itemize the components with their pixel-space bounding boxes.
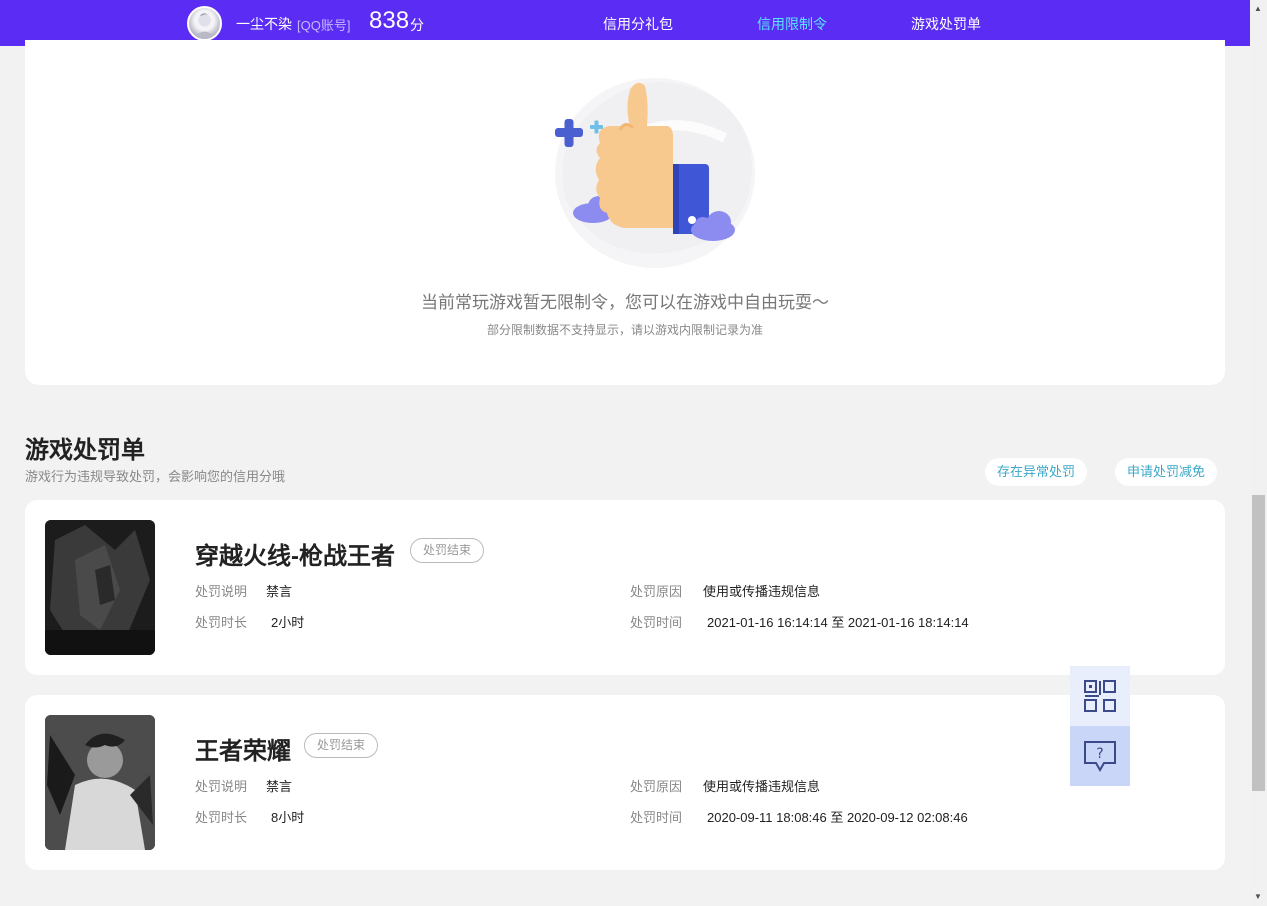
game-name: 穿越火线-枪战王者 [195,543,395,570]
status-badge: 处罚结束 [410,538,485,563]
credit-score: 838 [369,7,410,34]
duration-value: 8小时 [271,810,305,825]
tab-credit-gift[interactable]: 信用分礼包 [603,14,673,34]
reason-value: 使用或传播违规信息 [703,584,821,599]
section-subtitle: 游戏行为违规导致处罚，会影响您的信用分哦 [25,469,286,484]
account-type-tag: [QQ账号] [297,18,351,33]
time-value: 2020-09-11 18:08:46 至 2020-09-12 02:08:4… [707,810,968,825]
empty-restriction-title: 当前常玩游戏暂无限制令，您可以在游戏中自由玩耍～ [421,293,829,312]
game-cover-image [45,520,155,655]
abnormal-penalty-button[interactable]: 存在异常处罚 [985,458,1088,486]
username: 一尘不染 [236,16,292,32]
apply-penalty-reduction-button[interactable]: 申请处罚减免 [1115,458,1218,486]
credit-score-unit: 分 [410,17,424,33]
section-title: 游戏处罚单 [25,437,145,464]
description-label: 处罚说明 [195,584,248,599]
qr-code-icon [1084,680,1116,712]
restriction-card: 当前常玩游戏暂无限制令，您可以在游戏中自由玩耍～ 部分限制数据不支持显示，请以游… [25,40,1225,385]
description-value: 禁言 [266,779,293,794]
reason-label: 处罚原因 [630,779,683,794]
game-name: 王者荣耀 [195,738,291,765]
time-value: 2021-01-16 16:14:14 至 2021-01-16 18:14:1… [707,615,969,630]
scroll-down-icon[interactable]: ▼ [1254,892,1262,901]
tab-game-penalty[interactable]: 游戏处罚单 [911,14,981,34]
time-label: 处罚时间 [630,615,683,630]
description-value: 禁言 [266,584,293,599]
reason-value: 使用或传播违规信息 [703,779,821,794]
help-chat-icon: ? [1084,741,1116,773]
reason-label: 处罚原因 [630,584,683,599]
qr-code-button[interactable] [1070,666,1130,726]
avatar[interactable] [187,6,222,41]
penalty-card: 穿越火线-枪战王者 处罚结束 处罚说明 禁言 处罚时长 2小时 处罚原因 使用或… [25,500,1225,675]
description-label: 处罚说明 [195,779,248,794]
penalty-card: 王者荣耀 处罚结束 处罚说明 禁言 处罚时长 8小时 处罚原因 使用或传播违规信… [25,695,1225,870]
duration-label: 处罚时长 [195,615,248,630]
help-button[interactable]: ? [1070,726,1130,786]
duration-label: 处罚时长 [195,810,248,825]
game-cover-image [45,715,155,850]
status-badge: 处罚结束 [304,733,379,758]
scrollbar-thumb[interactable] [1252,495,1265,791]
empty-restriction-subtitle: 部分限制数据不支持显示，请以游戏内限制记录为准 [486,323,763,337]
tab-credit-restriction[interactable]: 信用限制令 [757,14,827,34]
thumbs-up-illustration [525,68,765,268]
scroll-up-icon[interactable]: ▲ [1254,4,1262,13]
duration-value: 2小时 [271,615,305,630]
svg-text:?: ? [1096,746,1103,762]
time-label: 处罚时间 [630,810,683,825]
